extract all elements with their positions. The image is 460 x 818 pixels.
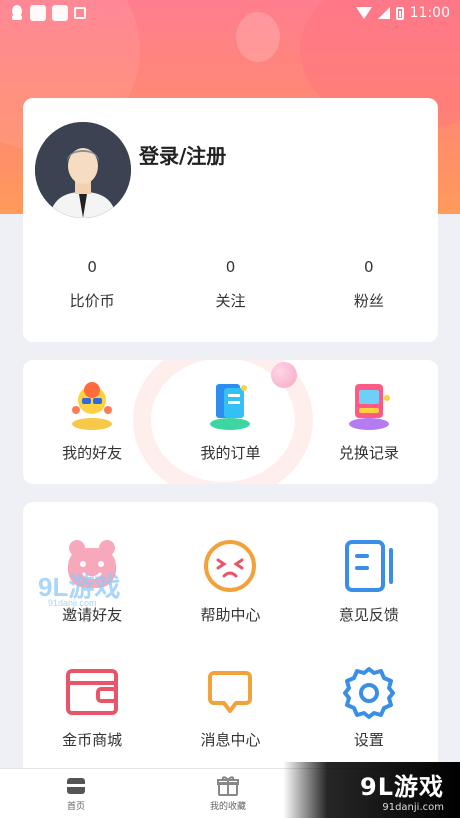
friends-icon [62, 374, 122, 434]
status-time: 11:00 [409, 5, 450, 21]
stat-coins[interactable]: 0 比价币 [23, 258, 161, 311]
my-friends-button[interactable]: 我的好友 [23, 374, 161, 463]
watermark-logo: 9L游戏 91danji.com [36, 568, 136, 608]
feedback-button[interactable]: 意见反馈 [300, 536, 438, 625]
shortcuts-card: 我的好友 我的订单 兑换记录 [23, 360, 438, 484]
services-card: 邀请好友 帮助中心 意见反馈 金币商城 消息中心 设置 [23, 502, 438, 782]
gear-icon [339, 661, 399, 721]
menu-label: 意见反馈 [338, 606, 399, 624]
help-center-button[interactable]: 帮助中心 [161, 536, 299, 625]
brand-name: 9L游戏 [360, 773, 444, 801]
stat-label: 比价币 [69, 292, 115, 310]
menu-label: 帮助中心 [200, 606, 261, 624]
tool-label: 我的好友 [62, 444, 123, 462]
login-register-link[interactable]: 登录/注册 [139, 140, 226, 169]
tool-label: 兑换记录 [338, 444, 399, 462]
settings-button[interactable]: 设置 [300, 661, 438, 750]
stat-label: 关注 [215, 292, 246, 310]
tab-label: 我的收藏 [209, 802, 246, 812]
app-notification-icon [52, 5, 68, 21]
profile-stats: 0 比价币 0 关注 0 粉丝 [23, 258, 438, 311]
app-notification-icon [30, 5, 46, 21]
my-orders-button[interactable]: 我的订单 [161, 374, 299, 463]
wallet-icon [62, 661, 122, 721]
menu-label: 设置 [353, 731, 384, 749]
message-center-button[interactable]: 消息中心 [161, 661, 299, 750]
home-icon [64, 775, 88, 797]
menu-label: 金币商城 [62, 731, 123, 749]
stat-following[interactable]: 0 关注 [161, 258, 299, 311]
tool-label: 我的订单 [200, 444, 261, 462]
tab-label: 首页 [66, 802, 85, 812]
coin-mall-button[interactable]: 金币商城 [23, 661, 161, 750]
wifi-icon [355, 7, 372, 19]
stat-fans[interactable]: 0 粉丝 [300, 258, 438, 311]
feedback-icon [339, 536, 399, 596]
orders-icon [200, 374, 260, 434]
tab-favorites[interactable]: 我的收藏 [152, 769, 304, 818]
brand-site: 91danji.com [382, 802, 444, 813]
profile-card: 登录/注册 0 比价币 0 关注 0 粉丝 [23, 98, 438, 342]
qq-icon [10, 5, 24, 21]
help-face-icon [200, 536, 260, 596]
message-icon [200, 661, 260, 721]
gift-icon [216, 775, 240, 797]
status-bar: 11:00 [0, 0, 460, 26]
battery-icon [395, 6, 404, 20]
brand-watermark: 9L游戏 91danji.com [283, 762, 460, 818]
svg-text:91danji.com: 91danji.com [48, 598, 97, 608]
exchange-record-icon [339, 374, 399, 434]
exchange-record-button[interactable]: 兑换记录 [300, 374, 438, 463]
avatar[interactable] [35, 122, 131, 218]
stat-value: 0 [87, 258, 97, 276]
stat-value: 0 [225, 258, 236, 276]
signal-icon [377, 7, 390, 19]
tab-home[interactable]: 首页 [0, 769, 152, 818]
stat-value: 0 [364, 258, 374, 276]
stat-label: 粉丝 [353, 292, 384, 310]
image-notification-icon [74, 7, 86, 19]
menu-label: 消息中心 [200, 731, 261, 749]
